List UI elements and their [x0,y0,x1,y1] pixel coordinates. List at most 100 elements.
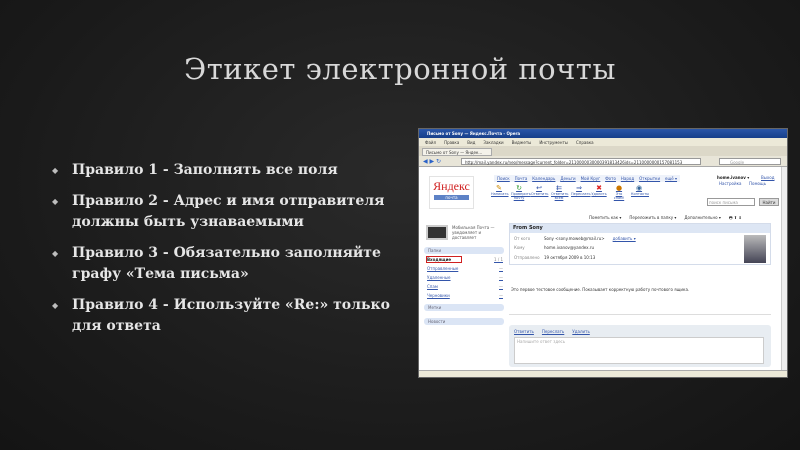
folder-count: — [499,284,503,289]
mark-as-dropdown[interactable]: Пометить как ▾ [589,215,621,222]
quick-forward-link[interactable]: Переслать [542,329,564,334]
browser-tab[interactable]: Письмо от Sony — Яндек... [422,148,492,156]
mail-search-input[interactable]: поиск письма [707,198,755,206]
pencil-icon: ✎ [496,184,502,192]
mobile-mail-promo[interactable]: Мобильная Почта — уведомляет и доставляе… [424,223,504,243]
menu-widgets[interactable]: Виджеты [512,140,532,145]
from-value: Sony <sony.mowеb@mail.ru> [544,236,605,241]
message-subject: From Sony [510,224,770,233]
from-row: От кого Sony <sony.mowеb@mail.ru> добавить… [514,236,636,241]
nav-search[interactable]: Поиск [497,176,510,181]
address-bar: ◀ ▶ ↻ http://mail.yandex.ru/neo/message?… [419,156,787,167]
folder-deleted[interactable]: Удаленные — [427,275,503,280]
message-header: From Sony От кого Sony <sony.mowеb@mail.r… [509,223,771,265]
logout-link[interactable]: Выход [761,175,774,180]
label: Это спам! [613,192,625,200]
label: Проверить почту [511,192,531,200]
nav-money[interactable]: Деньги [560,176,575,181]
contacts-icon: ◉ [635,184,643,192]
forward-button[interactable]: ⇒ Переслать [571,184,591,200]
check-mail-button[interactable]: ↻ Проверить почту [511,184,531,200]
message-body: Это первое тестовое сообщение. Показывае… [511,287,690,292]
reply-all-button[interactable]: ⇇ Ответить всем [551,184,568,200]
menu-view[interactable]: Вид [467,140,475,145]
folders-header[interactable]: Папки [424,247,504,254]
more-dropdown[interactable]: Дополнительно ▾ [684,215,720,222]
to-value: home.ivanov@yandex.ru [544,245,594,250]
nav-more[interactable]: ещё ▾ [665,176,677,181]
folder-spam[interactable]: Спам — [427,284,503,289]
rule-1: Правило 1 - Заполнять все поля [52,160,402,181]
help-link[interactable]: Помощь [749,181,779,186]
reply-textarea[interactable]: Напишите ответ здесь [514,337,764,364]
settings-link[interactable]: Настройка [719,181,749,186]
add-contact-link[interactable]: добавить ▾ [613,236,636,241]
folder-name: Черновики [427,293,450,298]
quick-reply: Ответить Переслать Удалить Напишите отве… [509,325,771,367]
url-input[interactable]: http://mail.yandex.ru/neo/message?curren… [461,158,701,165]
sender-photo [744,235,766,263]
rule-3: Правило 3 - Обязательно заполняйте графу… [52,243,402,285]
folder-name: Спам [427,284,438,289]
folder-count: — [499,275,503,280]
folder-name: Отправленные [427,266,459,271]
mail-search-button[interactable]: Найти [759,198,779,206]
services-nav: Поиск Почта Календарь Деньги Мой Круг Фо… [494,175,681,182]
label: Переслать [571,192,591,196]
menu-tools[interactable]: Инструменты [539,140,568,145]
folder-count: — [499,293,503,298]
user-links: Настройка Помощь [719,181,781,186]
menu-help[interactable]: Справка [576,140,594,145]
nav-moikrug[interactable]: Мой Круг [581,176,601,181]
nav-cards[interactable]: Открытки [639,176,660,181]
user-menu[interactable]: home.ivanov ▾ [717,175,749,180]
nav-mail[interactable]: Почта [515,176,528,181]
label: Удалить [591,192,607,196]
mail-toolbar: ✎ Написать ↻ Проверить почту ↩ Ответить ⇇ От… [491,184,650,200]
folder-sent[interactable]: Отправленные — [427,266,503,271]
folder-name: Удаленные [427,275,451,280]
quick-delete-link[interactable]: Удалить [572,329,590,334]
nav-photo[interactable]: Фото [605,176,616,181]
spam-button[interactable]: ● Это спам! [611,184,627,200]
nav-calendar[interactable]: Календарь [532,176,555,181]
delete-button[interactable]: ✖ Удалить [591,184,607,200]
reply-button[interactable]: ↩ Ответить [531,184,549,200]
folder-inbox[interactable]: Входящие 1 / 1 [426,256,503,263]
page-scrollbar[interactable] [781,167,787,370]
labels-header[interactable]: Метки [424,304,504,311]
divider [509,314,771,315]
compose-button[interactable]: ✎ Написать [491,184,509,200]
folder-drafts[interactable]: Черновики — [427,293,503,298]
window-title: Письмо от Sony — Яндекс.Почта - Opera [419,129,787,138]
folder-name: Входящие [426,256,462,263]
nav-arrows-icon[interactable]: ◀ ▶ ↻ [423,158,441,165]
menu-bookmarks[interactable]: Закладки [483,140,503,145]
news-header[interactable]: Новости [424,318,504,325]
label: Написать [491,192,509,196]
menu-edit[interactable]: Правка [444,140,459,145]
menu-file[interactable]: Файл [425,140,436,145]
google-search-input[interactable]: Google [719,158,781,165]
delete-icon: ✖ [596,184,602,192]
label: Ответить [531,192,549,196]
slide-title: Этикет электронной почты [184,52,616,86]
move-to-folder-dropdown[interactable]: Переложить в папку ▾ [629,215,676,222]
promo-text: Мобильная Почта — уведомляет и доставляе… [452,225,495,240]
label: Контакты [631,192,650,196]
yandex-logo[interactable]: Яндекс почта [429,176,474,209]
contacts-button[interactable]: ◉ Контакты [631,184,650,200]
status-bar [419,370,787,377]
rule-4: Правило 4 - Используйте «Re:» только для… [52,295,402,337]
to-row: Кому home.ivanov@yandex.ru [514,245,594,250]
menu-bar: Файл Правка Вид Закладки Виджеты Инструм… [419,138,787,146]
reply-all-icon: ⇇ [556,184,562,192]
reply-actions: Ответить Переслать Удалить [514,329,590,334]
print-icon[interactable]: 🖶 ⬆ ⬇ [729,215,742,222]
quick-reply-link[interactable]: Ответить [514,329,534,334]
message-actions: Пометить как ▾ Переложить в папку ▾ Допо… [589,215,742,222]
rule-2: Правило 2 - Адрес и имя отправителя долж… [52,191,402,233]
to-label: Кому [514,245,525,250]
logo-sub: почта [434,195,469,200]
nav-narod[interactable]: Народ [621,176,634,181]
